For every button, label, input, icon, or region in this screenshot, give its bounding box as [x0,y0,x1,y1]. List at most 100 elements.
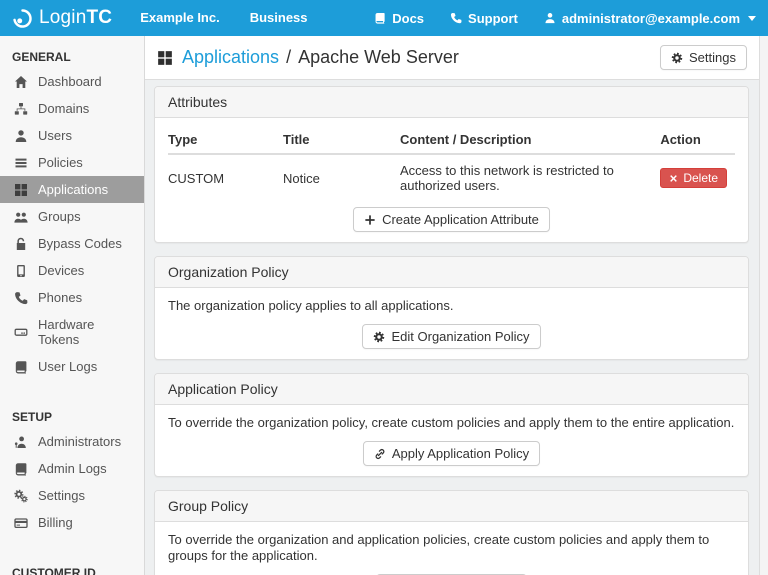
sidebar-item-label: Policies [38,155,83,170]
gear-icon [373,331,385,343]
sidebar-item-domains[interactable]: Domains [0,95,144,122]
delete-attribute-button[interactable]: Delete [660,168,727,188]
book-icon [374,12,386,24]
navbar-org-links: Example Inc. Business [140,9,337,27]
organization-policy-title: Organization Policy [155,257,748,288]
layout: GENERAL Dashboard Domains Users Policies Appl… [0,36,768,575]
group-policy-title: Group Policy [155,491,748,522]
breadcrumb-separator: / [286,47,292,67]
sidebar-item-label: Admin Logs [38,461,107,476]
sidebar-item-applications[interactable]: Applications [0,176,144,203]
sidebar-item-label: Domains [38,101,90,116]
applications-grid-icon [157,50,173,66]
grid-icon [13,183,29,197]
page-title: Apache Web Server [298,47,459,67]
sidebar-item-label: User Logs [38,359,98,374]
cell-content: Access to this network is restricted to … [400,163,614,193]
home-icon [13,75,29,89]
navbar-link-example-inc[interactable]: Example Inc. [140,10,219,25]
user-icon [13,129,29,143]
sidebar-item-users[interactable]: Users [0,122,144,149]
navbar-link-support[interactable]: Support [450,11,518,26]
create-application-attribute-button[interactable]: Create Application Attribute [353,207,550,232]
apply-application-policy-button[interactable]: Apply Application Policy [362,441,541,466]
unlock-icon [13,237,29,251]
organization-policy-description: The organization policy applies to all a… [168,298,454,313]
edit-organization-policy-button[interactable]: Edit Organization Policy [362,324,541,349]
sidebar: GENERAL Dashboard Domains Users Policies Appl… [0,36,145,575]
sidebar-item-billing[interactable]: Billing [0,509,144,536]
sidebar-section-general: GENERAL [12,50,71,64]
sidebar-item-settings[interactable]: Settings [0,482,144,509]
x-icon [669,174,678,183]
logintc-logo[interactable]: LoginTC [12,7,112,29]
attributes-table-header-row: Type Title Content / Description Action [168,128,735,155]
caret-down-icon [748,15,756,21]
sidebar-item-user-logs[interactable]: User Logs [0,353,144,380]
sidebar-item-bypass-codes[interactable]: Bypass Codes [0,230,144,257]
sidebar-section-setup: SETUP [12,410,53,424]
scrollbar-track[interactable] [759,36,768,575]
sidebar-item-label: Dashboard [38,74,102,89]
organization-policy-panel: Organization Policy The organization pol… [154,256,749,360]
sidebar-item-label: Phones [38,290,83,305]
spiral-logo-icon [12,8,33,29]
sidebar-item-dashboard[interactable]: Dashboard [0,68,144,95]
plus-icon [364,214,376,226]
attributes-table: Type Title Content / Description Action CUS… [168,128,735,199]
breadcrumb-applications-link[interactable]: Applications [182,47,279,68]
sidebar-item-groups[interactable]: Groups [0,203,144,230]
logintc-admin-app: LoginTC Example Inc. Business Docs Support… [0,0,768,575]
navbar-link-administrator-example-com[interactable]: administrator@example.com [544,11,756,26]
sidebar-item-label: Applications [38,182,109,197]
column-header-content-description: Content / Description [400,128,661,155]
sidebar-item-devices[interactable]: Devices [0,257,144,284]
group-policy-description: To override the organization and applica… [168,532,710,563]
sidebar-section-customer-id: CUSTOMER ID [12,566,96,575]
sitemap-icon [13,102,29,116]
content: Attributes Type Title Content / Descriptio… [145,80,759,575]
sidebar-item-administrators[interactable]: Administrators [0,428,144,455]
list-icon [13,156,29,170]
gear-icon [671,52,683,64]
attributes-panel: Attributes Type Title Content / Descriptio… [154,86,749,243]
sidebar-item-label: Users [38,128,72,143]
column-header-title: Title [283,128,400,155]
users-icon [13,210,29,224]
sidebar-item-label: Settings [38,488,85,503]
column-header-action: Action [660,128,735,155]
navbar-link-docs[interactable]: Docs [374,11,424,26]
link-icon [374,448,386,460]
table-row: CUSTOM Notice Access to this network is re… [168,154,735,199]
navbar-right-links: Docs Support administrator@example.com [348,11,756,26]
sidebar-item-hardware-tokens[interactable]: Hardware Tokens [0,311,144,353]
group-policy-panel: Group Policy To override the organizatio… [154,490,749,575]
mobile-icon [13,264,29,278]
phone-icon [450,12,462,24]
sidebar-item-label: Groups [38,209,81,224]
sidebar-item-policies[interactable]: Policies [0,149,144,176]
column-header-type: Type [168,128,283,155]
page-header: Applications / Apache Web Server Setting… [145,36,759,80]
sidebar-item-label: Bypass Codes [38,236,122,251]
settings-button[interactable]: Settings [660,45,747,70]
attributes-table-body: CUSTOM Notice Access to this network is re… [168,154,735,199]
brand-text: LoginTC [39,7,113,28]
application-policy-panel: Application Policy To override the organ… [154,373,749,477]
main-area: Applications / Apache Web Server Setting… [145,36,759,575]
sidebar-item-label: Devices [38,263,85,278]
cogs-icon [13,489,29,503]
phone-icon [13,291,29,305]
sidebar-item-phones[interactable]: Phones [0,284,144,311]
application-policy-title: Application Policy [155,374,748,405]
book-icon [13,462,29,476]
attributes-panel-title: Attributes [155,87,748,118]
credit-card-icon [13,516,29,530]
sidebar-item-label: Hardware Tokens [38,317,95,347]
sidebar-item-admin-logs[interactable]: Admin Logs [0,455,144,482]
sidebar-item-label: Administrators [38,434,122,449]
navbar-link-business[interactable]: Business [250,10,308,25]
top-navbar: LoginTC Example Inc. Business Docs Support… [0,0,768,36]
admin-user-icon [13,435,29,449]
book-icon [13,360,29,374]
